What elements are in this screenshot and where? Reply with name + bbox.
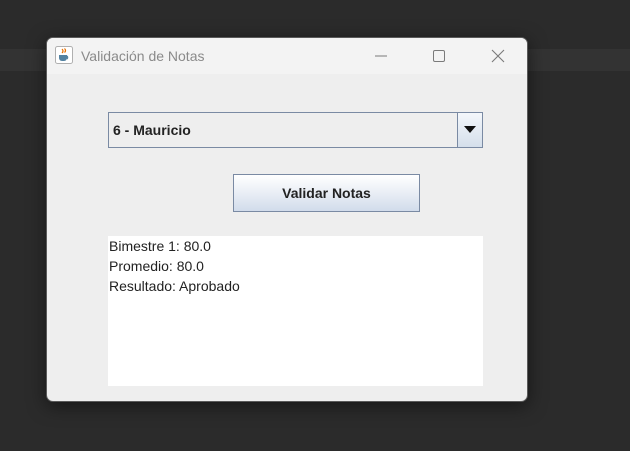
close-button[interactable] [475, 38, 521, 74]
result-line: Bimestre 1: 80.0 [109, 238, 211, 254]
title-bar[interactable]: Validación de Notas [47, 38, 527, 74]
maximize-button[interactable] [416, 38, 462, 74]
student-select-value: 6 - Mauricio [113, 122, 191, 138]
results-textarea[interactable]: Bimestre 1: 80.0 Promedio: 80.0 Resultad… [108, 236, 483, 386]
maximize-icon [433, 50, 445, 62]
student-select-arrow-button[interactable] [457, 113, 482, 147]
minimize-icon [375, 50, 387, 62]
app-window: Validación de Notas 6 - Mauricio Validar… [46, 37, 528, 402]
validate-grades-button[interactable]: Validar Notas [233, 174, 420, 212]
minimize-button[interactable] [358, 38, 404, 74]
window-title: Validación de Notas [81, 48, 205, 64]
java-cup-icon [55, 46, 73, 64]
close-icon [491, 49, 505, 63]
result-line: Resultado: Aprobado [109, 278, 240, 294]
result-line: Promedio: 80.0 [109, 258, 204, 274]
chevron-down-icon [464, 121, 476, 139]
student-select[interactable]: 6 - Mauricio [108, 112, 483, 148]
